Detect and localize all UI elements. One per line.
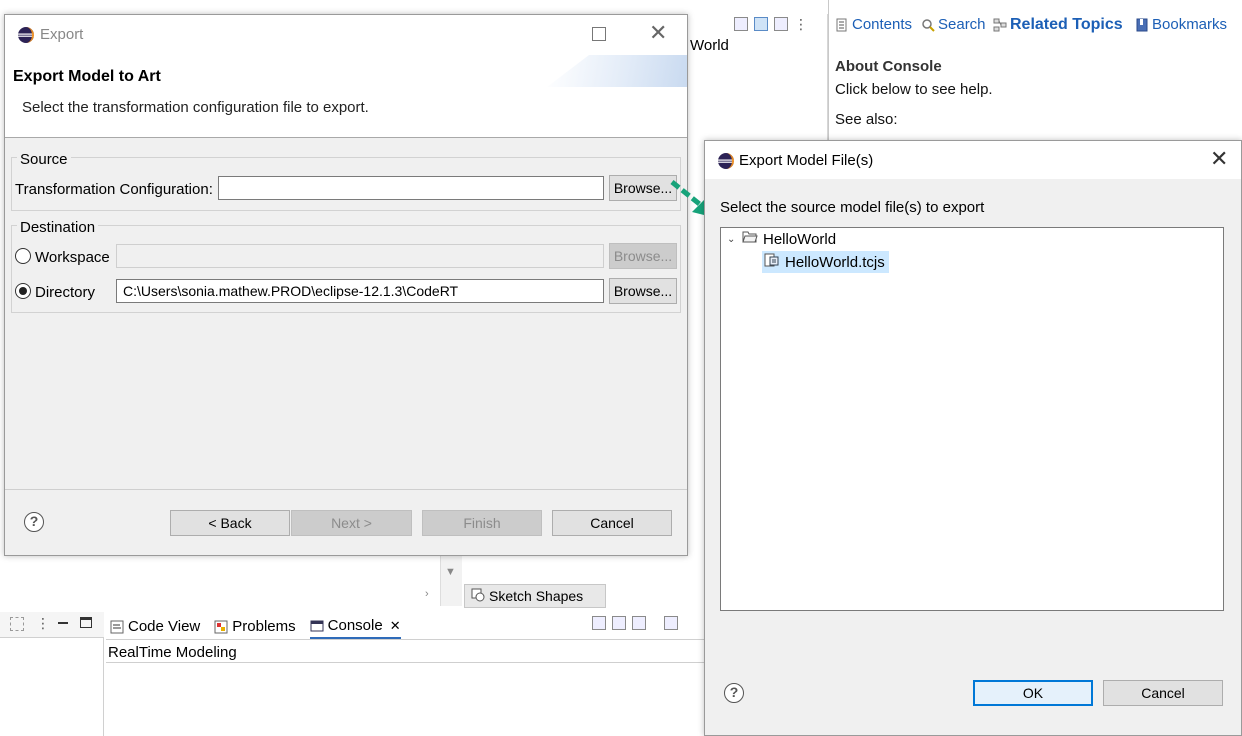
model-file-icon: [764, 252, 780, 272]
close-icon[interactable]: ✕: [390, 618, 401, 634]
sketch-shapes-icon: [471, 588, 485, 605]
workspace-radio[interactable]: [15, 248, 31, 264]
sketch-shapes-tab[interactable]: Sketch Shapes: [464, 584, 606, 608]
view-menu-icon[interactable]: ⋮: [36, 615, 50, 632]
related-topics-icon: [993, 18, 1007, 32]
tree-item-helloworld-tcjs[interactable]: HelloWorld.tcjs: [762, 251, 889, 273]
chevron-right-icon[interactable]: ›: [425, 588, 429, 600]
editor-toolbar: ⋮: [732, 14, 828, 34]
cancel-button[interactable]: Cancel: [1103, 680, 1223, 706]
help-tab-label: Related Topics: [1010, 16, 1123, 33]
destination-group-label: Destination: [17, 219, 99, 236]
search-icon: [921, 18, 935, 32]
code-view-icon: [110, 620, 124, 634]
finish-button[interactable]: Finish: [422, 510, 542, 536]
help-tab-label: Search: [938, 16, 986, 33]
directory-browse-button[interactable]: Browse...: [609, 278, 677, 304]
files-dialog-title: Export Model File(s): [739, 152, 874, 169]
page-title: Export Model to Art: [13, 68, 161, 85]
tab-problems[interactable]: Problems: [214, 615, 296, 639]
export-dialog: Export ✕ Export Model to Art Select the …: [4, 14, 688, 556]
back-button[interactable]: < Back: [170, 510, 290, 536]
cancel-button[interactable]: Cancel: [552, 510, 672, 536]
help-heading: About Console: [835, 58, 942, 75]
workspace-input[interactable]: [116, 244, 604, 268]
files-titlebar: Export Model File(s) ✕: [705, 141, 1241, 179]
help-icon[interactable]: ?: [24, 512, 44, 532]
filter-icon[interactable]: [10, 617, 24, 631]
workspace-browse-button[interactable]: Browse...: [609, 243, 677, 269]
left-view-toolbar: ⋮: [0, 612, 104, 638]
bottom-area: [0, 556, 706, 736]
model-file-tree[interactable]: ⌄ HelloWorld HelloWorld.tcjs: [720, 227, 1224, 611]
help-text: Click below to see help.: [835, 81, 993, 98]
eclipse-icon: [18, 27, 34, 43]
page-description: Select the transformation configuration …: [22, 99, 369, 116]
minimize-icon[interactable]: [58, 622, 68, 624]
banner-divider: [5, 137, 687, 138]
directory-label: Directory: [35, 284, 96, 301]
workspace-label: Workspace: [35, 249, 110, 266]
export-title: Export: [40, 26, 84, 43]
source-group-label: Source: [17, 151, 71, 168]
transformation-configuration-label: Transformation Configuration:: [15, 181, 213, 198]
pin-console-icon[interactable]: [664, 616, 678, 630]
console-divider: [106, 662, 706, 663]
sketch-shapes-label: Sketch Shapes: [489, 588, 584, 604]
scrollbar[interactable]: ▼ ›: [425, 556, 462, 606]
console-toolbar: [592, 616, 678, 630]
console-output: RealTime Modeling: [108, 644, 237, 661]
maximize-icon[interactable]: [592, 27, 606, 41]
transformation-configuration-input[interactable]: [218, 176, 604, 200]
source-browse-button[interactable]: Browse...: [609, 175, 677, 201]
tab-label: Code View: [128, 618, 201, 635]
problems-icon: [214, 620, 228, 634]
help-see-also: See also:: [835, 111, 898, 128]
footer-divider: [5, 489, 687, 490]
scroll-lock-icon[interactable]: [612, 616, 626, 630]
ok-button[interactable]: OK: [973, 680, 1093, 706]
view-menu-icon[interactable]: ⋮: [794, 16, 808, 33]
link-editor-icon[interactable]: [754, 17, 768, 31]
export-titlebar: Export ✕: [5, 15, 687, 55]
contents-icon: [835, 18, 849, 32]
clear-console-icon[interactable]: [592, 616, 606, 630]
tab-label: Problems: [232, 618, 296, 635]
maximize-icon[interactable]: [80, 617, 92, 628]
tab-code-view[interactable]: Code View: [110, 615, 200, 639]
banner-decoration: [547, 55, 687, 87]
help-tab-label: Contents: [852, 16, 913, 33]
close-icon[interactable]: ✕: [1210, 148, 1228, 170]
help-view: Contents Search Related Topics Bookmarks…: [828, 0, 1242, 140]
editor-text: World: [690, 37, 729, 54]
console-icon: [310, 619, 324, 633]
help-tab-label: Bookmarks: [1152, 16, 1228, 33]
export-model-files-dialog: Export Model File(s) ✕ Select the source…: [704, 140, 1242, 736]
tree-item-label: HelloWorld.tcjs: [785, 253, 885, 271]
next-button[interactable]: Next >: [291, 510, 412, 536]
bookmarks-icon: [1135, 18, 1149, 32]
files-dialog-description: Select the source model file(s) to expor…: [720, 199, 985, 216]
toolbar-icon[interactable]: [734, 17, 748, 31]
tree-item-helloworld[interactable]: ⌄ HelloWorld: [727, 228, 836, 250]
directory-input[interactable]: [116, 279, 604, 303]
help-tab-bookmarks[interactable]: Bookmarks: [1135, 16, 1227, 33]
close-icon[interactable]: ✕: [649, 22, 667, 44]
export-banner: Export Model to Art Select the transform…: [5, 55, 687, 137]
tree-item-label: HelloWorld: [763, 230, 837, 248]
chevron-down-icon[interactable]: ⌄: [727, 234, 737, 245]
collapse-icon[interactable]: [774, 17, 788, 31]
help-tab-related-topics[interactable]: Related Topics: [993, 16, 1123, 34]
word-wrap-icon[interactable]: [632, 616, 646, 630]
chevron-down-icon[interactable]: ▼: [445, 566, 456, 578]
help-icon[interactable]: ?: [724, 683, 744, 703]
help-tab-search[interactable]: Search: [921, 16, 986, 33]
eclipse-icon: [718, 153, 734, 169]
tab-label: Console: [327, 617, 383, 634]
folder-open-icon: [742, 230, 758, 248]
tab-console[interactable]: Console ✕: [309, 615, 401, 639]
help-tab-contents[interactable]: Contents: [835, 16, 912, 33]
directory-radio[interactable]: [15, 283, 31, 299]
